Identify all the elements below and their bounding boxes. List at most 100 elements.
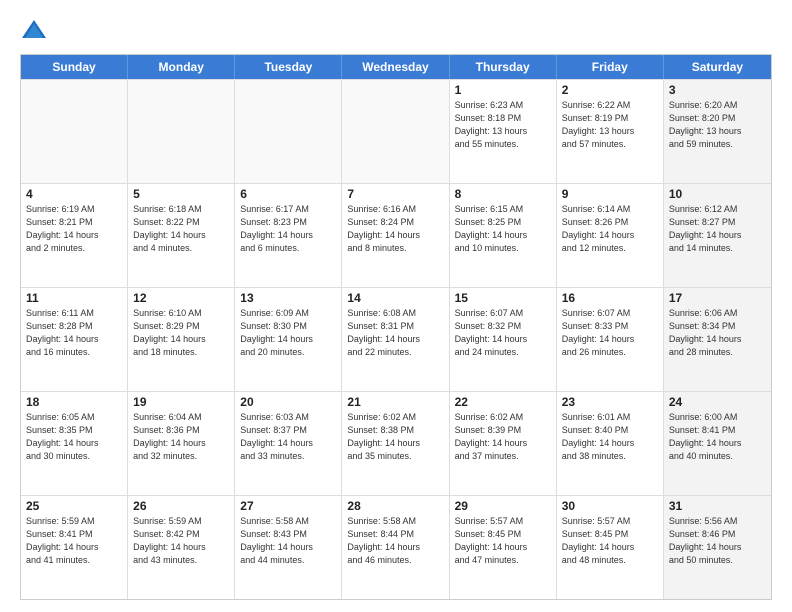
day-info: Sunrise: 6:02 AM Sunset: 8:38 PM Dayligh… — [347, 411, 443, 463]
day-number: 6 — [240, 187, 336, 201]
day-info: Sunrise: 5:57 AM Sunset: 8:45 PM Dayligh… — [455, 515, 551, 567]
day-header-wednesday: Wednesday — [342, 55, 449, 79]
day-number: 29 — [455, 499, 551, 513]
day-header-saturday: Saturday — [664, 55, 771, 79]
day-number: 23 — [562, 395, 658, 409]
calendar-day-31: 31 Sunrise: 5:56 AM Sunset: 8:46 PM Dayli… — [664, 496, 771, 599]
day-info: Sunrise: 6:14 AM Sunset: 8:26 PM Dayligh… — [562, 203, 658, 255]
day-info: Sunrise: 6:11 AM Sunset: 8:28 PM Dayligh… — [26, 307, 122, 359]
day-header-friday: Friday — [557, 55, 664, 79]
day-info: Sunrise: 6:03 AM Sunset: 8:37 PM Dayligh… — [240, 411, 336, 463]
day-number: 4 — [26, 187, 122, 201]
day-number: 22 — [455, 395, 551, 409]
calendar-day-17: 17 Sunrise: 6:06 AM Sunset: 8:34 PM Dayli… — [664, 288, 771, 391]
calendar-day-10: 10 Sunrise: 6:12 AM Sunset: 8:27 PM Dayli… — [664, 184, 771, 287]
day-info: Sunrise: 6:15 AM Sunset: 8:25 PM Dayligh… — [455, 203, 551, 255]
calendar-day-26: 26 Sunrise: 5:59 AM Sunset: 8:42 PM Dayli… — [128, 496, 235, 599]
page: SundayMondayTuesdayWednesdayThursdayFrid… — [0, 0, 792, 612]
calendar-week-5: 25Sunrise: 5:59 AM Sunset: 8:41 PM Dayli… — [21, 495, 771, 599]
calendar-day-11: 11 Sunrise: 6:11 AM Sunset: 8:28 PM Dayli… — [21, 288, 128, 391]
calendar-body: 1 Sunrise: 6:23 AM Sunset: 8:18 PM Daylig… — [21, 79, 771, 599]
day-info: Sunrise: 6:01 AM Sunset: 8:40 PM Dayligh… — [562, 411, 658, 463]
calendar-day-8: 8 Sunrise: 6:15 AM Sunset: 8:25 PM Daylig… — [450, 184, 557, 287]
day-number: 9 — [562, 187, 658, 201]
calendar-day-27: 27Sunrise: 5:58 AM Sunset: 8:43 PM Dayli… — [235, 496, 342, 599]
calendar-day-29: 29 Sunrise: 5:57 AM Sunset: 8:45 PM Dayli… — [450, 496, 557, 599]
calendar-day-16: 16Sunrise: 6:07 AM Sunset: 8:33 PM Dayli… — [557, 288, 664, 391]
calendar-day-9: 9 Sunrise: 6:14 AM Sunset: 8:26 PM Daylig… — [557, 184, 664, 287]
day-number: 8 — [455, 187, 551, 201]
day-info: Sunrise: 6:12 AM Sunset: 8:27 PM Dayligh… — [669, 203, 766, 255]
day-number: 18 — [26, 395, 122, 409]
day-number: 11 — [26, 291, 122, 305]
day-number: 5 — [133, 187, 229, 201]
calendar-day-7: 7 Sunrise: 6:16 AM Sunset: 8:24 PM Daylig… — [342, 184, 449, 287]
day-info: Sunrise: 6:06 AM Sunset: 8:34 PM Dayligh… — [669, 307, 766, 359]
calendar-day-13: 13 Sunrise: 6:09 AM Sunset: 8:30 PM Dayli… — [235, 288, 342, 391]
calendar-day-14: 14 Sunrise: 6:08 AM Sunset: 8:31 PM Dayli… — [342, 288, 449, 391]
calendar-day-21: 21 Sunrise: 6:02 AM Sunset: 8:38 PM Dayli… — [342, 392, 449, 495]
day-number: 31 — [669, 499, 766, 513]
calendar-day-22: 22Sunrise: 6:02 AM Sunset: 8:39 PM Dayli… — [450, 392, 557, 495]
calendar-day-1: 1 Sunrise: 6:23 AM Sunset: 8:18 PM Daylig… — [450, 80, 557, 183]
calendar-header-row: SundayMondayTuesdayWednesdayThursdayFrid… — [21, 55, 771, 79]
calendar-day-25: 25Sunrise: 5:59 AM Sunset: 8:41 PM Dayli… — [21, 496, 128, 599]
day-number: 16 — [562, 291, 658, 305]
day-number: 13 — [240, 291, 336, 305]
calendar-day-23: 23 Sunrise: 6:01 AM Sunset: 8:40 PM Dayli… — [557, 392, 664, 495]
calendar-day-empty — [21, 80, 128, 183]
day-info: Sunrise: 6:20 AM Sunset: 8:20 PM Dayligh… — [669, 99, 766, 151]
day-number: 2 — [562, 83, 658, 97]
day-number: 7 — [347, 187, 443, 201]
day-info: Sunrise: 6:05 AM Sunset: 8:35 PM Dayligh… — [26, 411, 122, 463]
calendar: SundayMondayTuesdayWednesdayThursdayFrid… — [20, 54, 772, 600]
day-header-monday: Monday — [128, 55, 235, 79]
calendar-day-28: 28 Sunrise: 5:58 AM Sunset: 8:44 PM Dayli… — [342, 496, 449, 599]
day-number: 10 — [669, 187, 766, 201]
day-info: Sunrise: 6:18 AM Sunset: 8:22 PM Dayligh… — [133, 203, 229, 255]
day-info: Sunrise: 6:19 AM Sunset: 8:21 PM Dayligh… — [26, 203, 122, 255]
calendar-day-15: 15Sunrise: 6:07 AM Sunset: 8:32 PM Dayli… — [450, 288, 557, 391]
day-number: 26 — [133, 499, 229, 513]
day-info: Sunrise: 5:56 AM Sunset: 8:46 PM Dayligh… — [669, 515, 766, 567]
day-info: Sunrise: 6:22 AM Sunset: 8:19 PM Dayligh… — [562, 99, 658, 151]
calendar-week-1: 1 Sunrise: 6:23 AM Sunset: 8:18 PM Daylig… — [21, 79, 771, 183]
day-number: 20 — [240, 395, 336, 409]
calendar-day-20: 20 Sunrise: 6:03 AM Sunset: 8:37 PM Dayli… — [235, 392, 342, 495]
calendar-day-18: 18 Sunrise: 6:05 AM Sunset: 8:35 PM Dayli… — [21, 392, 128, 495]
calendar-day-30: 30Sunrise: 5:57 AM Sunset: 8:45 PM Dayli… — [557, 496, 664, 599]
calendar-day-19: 19Sunrise: 6:04 AM Sunset: 8:36 PM Dayli… — [128, 392, 235, 495]
day-info: Sunrise: 6:16 AM Sunset: 8:24 PM Dayligh… — [347, 203, 443, 255]
calendar-day-empty — [235, 80, 342, 183]
day-info: Sunrise: 6:08 AM Sunset: 8:31 PM Dayligh… — [347, 307, 443, 359]
day-info: Sunrise: 6:07 AM Sunset: 8:32 PM Dayligh… — [455, 307, 551, 359]
day-number: 19 — [133, 395, 229, 409]
calendar-week-4: 18 Sunrise: 6:05 AM Sunset: 8:35 PM Dayli… — [21, 391, 771, 495]
day-number: 14 — [347, 291, 443, 305]
day-number: 25 — [26, 499, 122, 513]
day-info: Sunrise: 6:10 AM Sunset: 8:29 PM Dayligh… — [133, 307, 229, 359]
calendar-day-24: 24Sunrise: 6:00 AM Sunset: 8:41 PM Dayli… — [664, 392, 771, 495]
calendar-day-empty — [128, 80, 235, 183]
day-header-sunday: Sunday — [21, 55, 128, 79]
day-number: 27 — [240, 499, 336, 513]
calendar-day-2: 2 Sunrise: 6:22 AM Sunset: 8:19 PM Daylig… — [557, 80, 664, 183]
calendar-day-3: 3 Sunrise: 6:20 AM Sunset: 8:20 PM Daylig… — [664, 80, 771, 183]
day-info: Sunrise: 6:00 AM Sunset: 8:41 PM Dayligh… — [669, 411, 766, 463]
calendar-day-4: 4 Sunrise: 6:19 AM Sunset: 8:21 PM Daylig… — [21, 184, 128, 287]
day-info: Sunrise: 5:58 AM Sunset: 8:44 PM Dayligh… — [347, 515, 443, 567]
calendar-day-12: 12Sunrise: 6:10 AM Sunset: 8:29 PM Dayli… — [128, 288, 235, 391]
calendar-day-5: 5 Sunrise: 6:18 AM Sunset: 8:22 PM Daylig… — [128, 184, 235, 287]
logo-icon — [20, 16, 48, 44]
day-info: Sunrise: 6:17 AM Sunset: 8:23 PM Dayligh… — [240, 203, 336, 255]
day-info: Sunrise: 6:09 AM Sunset: 8:30 PM Dayligh… — [240, 307, 336, 359]
calendar-week-3: 11 Sunrise: 6:11 AM Sunset: 8:28 PM Dayli… — [21, 287, 771, 391]
day-info: Sunrise: 6:23 AM Sunset: 8:18 PM Dayligh… — [455, 99, 551, 151]
day-info: Sunrise: 5:59 AM Sunset: 8:42 PM Dayligh… — [133, 515, 229, 567]
day-number: 17 — [669, 291, 766, 305]
day-number: 3 — [669, 83, 766, 97]
day-number: 30 — [562, 499, 658, 513]
day-number: 1 — [455, 83, 551, 97]
day-number: 28 — [347, 499, 443, 513]
day-number: 21 — [347, 395, 443, 409]
